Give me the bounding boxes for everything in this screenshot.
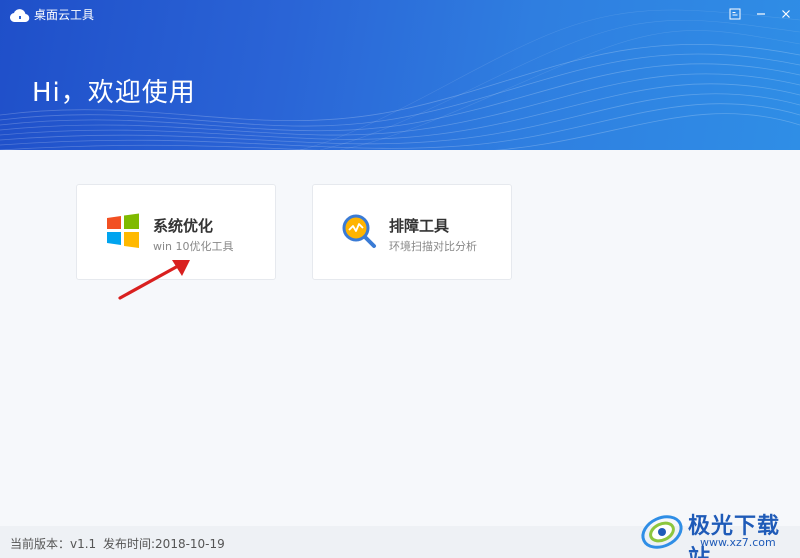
release-date-text: 发布时间:2018-10-19: [103, 537, 225, 551]
menu-icon: [729, 8, 741, 20]
card-subtitle: 环境扫描对比分析: [389, 240, 477, 253]
cloud-icon: [10, 9, 30, 23]
minimize-button[interactable]: [750, 4, 772, 24]
close-icon: [782, 10, 790, 18]
close-button[interactable]: [775, 4, 797, 24]
menu-button[interactable]: [724, 4, 746, 24]
card-subtitle: win 10优化工具: [153, 240, 234, 253]
magnifier-chart-icon: [342, 214, 376, 248]
greeting-text: Hi，欢迎使用: [32, 78, 196, 108]
watermark-logo-icon: [641, 515, 683, 549]
version-text: 当前版本：v1.1: [10, 537, 97, 551]
title-bar[interactable]: 桌面云工具: [0, 0, 800, 30]
windows-logo-icon: [107, 213, 139, 248]
window-title: 桌面云工具: [34, 8, 95, 22]
card-title: 系统优化: [153, 217, 214, 235]
red-arrow-icon: [118, 260, 190, 300]
minimize-icon: [757, 13, 765, 15]
watermark-name: 极光下载站: [688, 514, 781, 558]
header-banner: 桌面云工具 Hi，欢迎使用: [0, 0, 800, 150]
card-title: 排障工具: [389, 217, 450, 235]
troubleshoot-card[interactable]: 排障工具 环境扫描对比分析: [312, 184, 512, 280]
watermark: 极光下载站 www.xz7.com: [636, 504, 796, 558]
watermark-url: www.xz7.com: [700, 536, 776, 549]
